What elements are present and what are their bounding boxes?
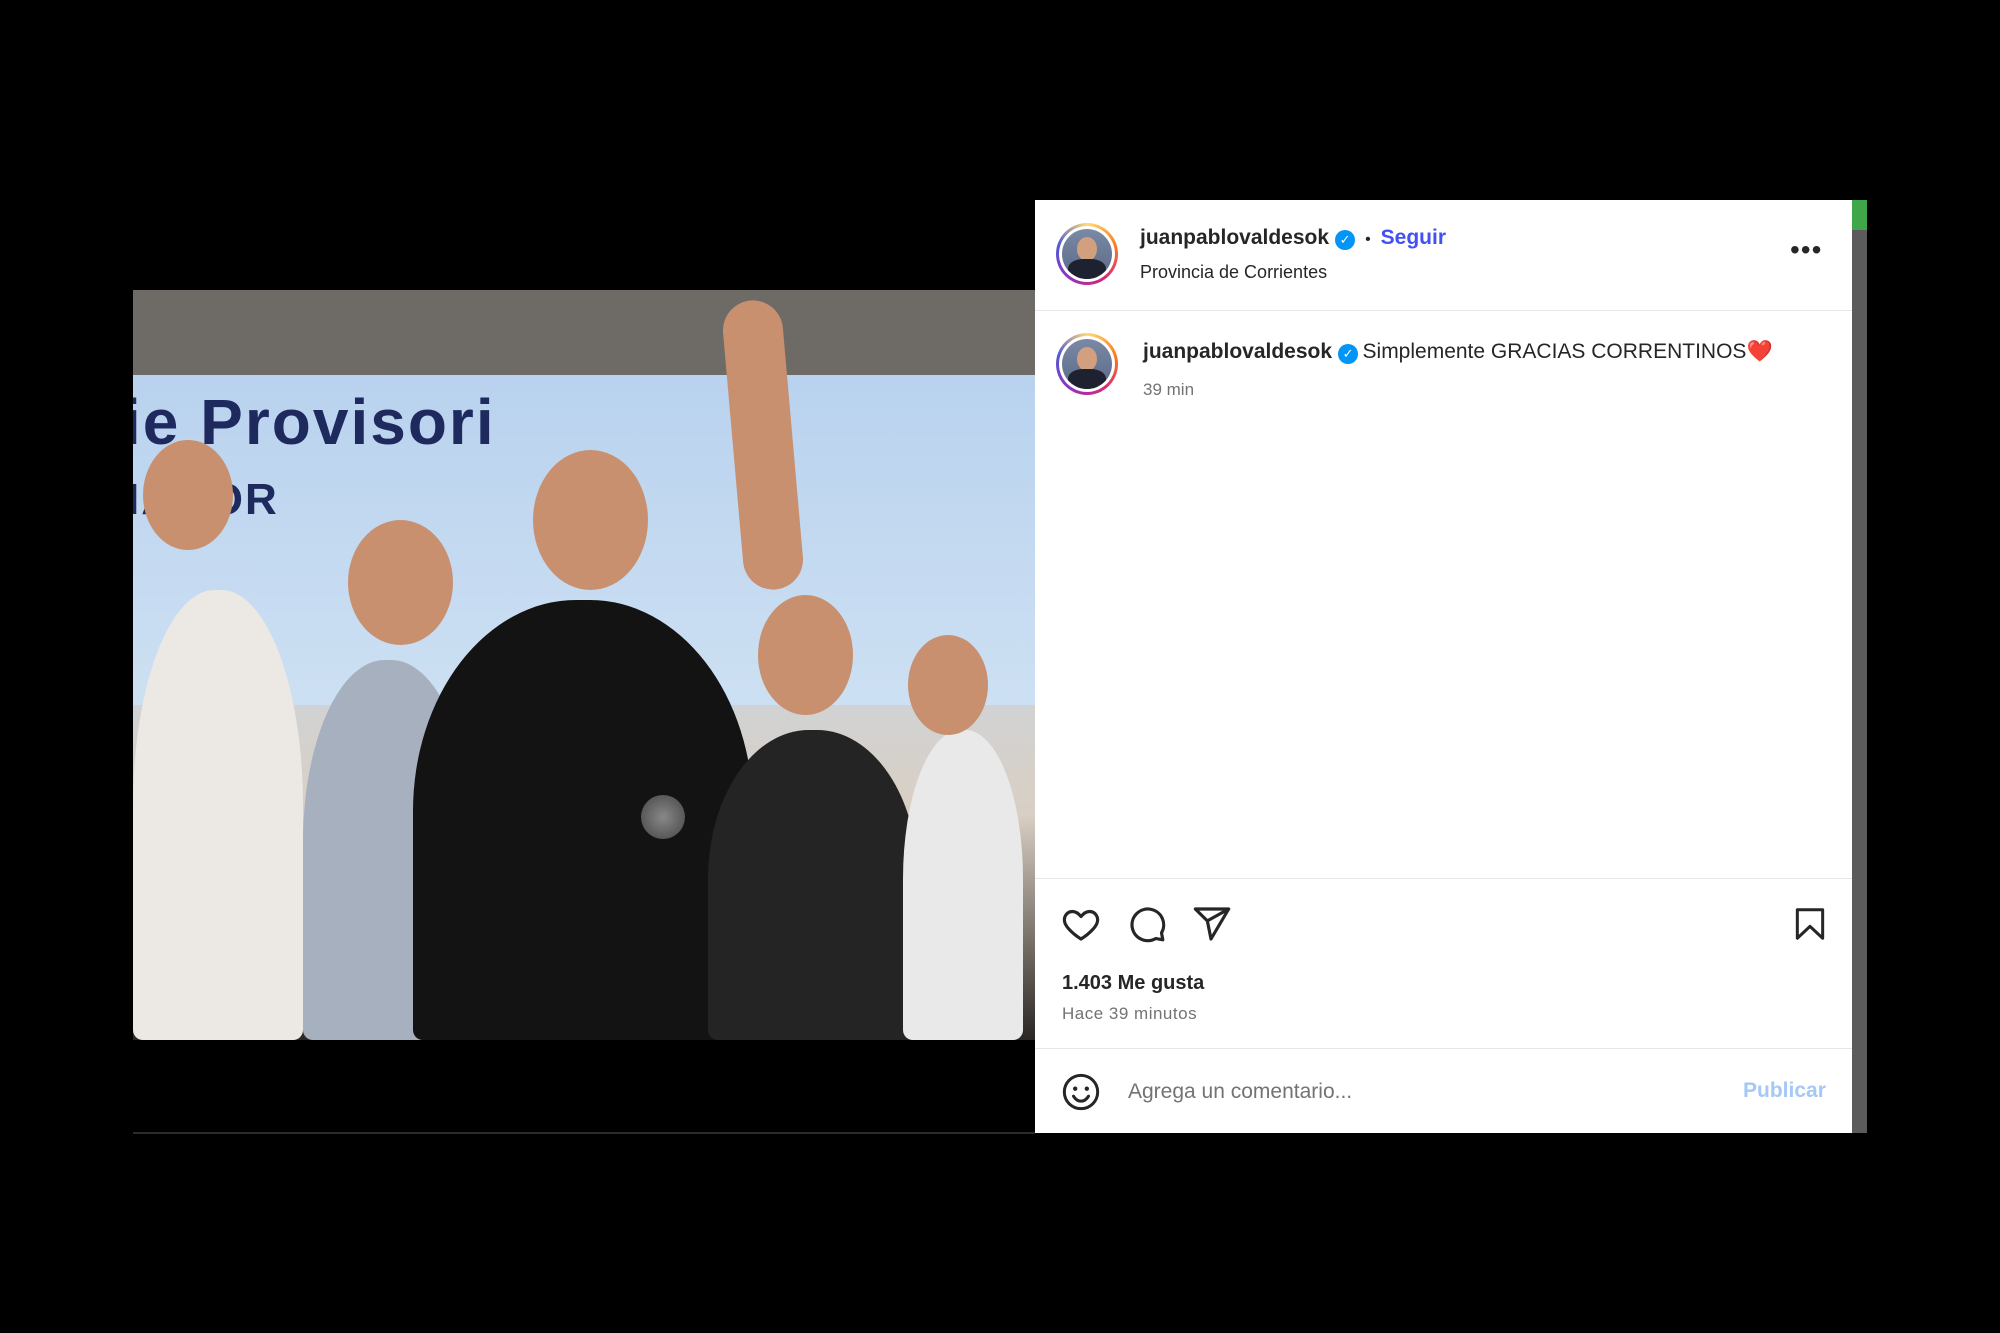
- comment-input[interactable]: [1126, 1071, 1690, 1113]
- heart-emoji: ❤️: [1746, 340, 1773, 363]
- person-far-right-head: [908, 635, 988, 735]
- person-left: [133, 590, 303, 1040]
- caption-avatar[interactable]: [1056, 333, 1118, 395]
- more-icon[interactable]: •••: [1790, 236, 1822, 264]
- person-far-right: [903, 730, 1023, 1040]
- caption-time[interactable]: 39 min: [1143, 380, 1194, 400]
- follow-button[interactable]: Seguir: [1381, 226, 1446, 249]
- comment-icon[interactable]: [1127, 904, 1167, 944]
- person-left-head: [143, 440, 233, 550]
- divider-line: [133, 1132, 1035, 1134]
- location-link[interactable]: Provincia de Corrientes: [1140, 262, 1327, 283]
- background-sliver: [1852, 200, 1867, 1133]
- post-image[interactable]: ie Provisori IADOR: [133, 290, 1035, 1040]
- person-gray-head: [348, 520, 453, 645]
- avatar[interactable]: [1056, 223, 1118, 285]
- image-ceiling: [133, 290, 1035, 380]
- username-link[interactable]: juanpablovaldesok: [1140, 226, 1329, 249]
- person-center: [413, 600, 753, 1040]
- verified-icon: ✓: [1335, 229, 1356, 250]
- person-right-head: [758, 595, 853, 715]
- caption-text: Simplemente GRACIAS CORRENTINOS: [1362, 340, 1747, 363]
- post-header: juanpablovaldesok ✓ • Seguir Provincia de C…: [1035, 200, 1852, 311]
- share-icon[interactable]: [1192, 904, 1232, 944]
- comment-bar: Publicar: [1035, 1048, 1852, 1134]
- microphone: [641, 795, 685, 839]
- verified-icon: ✓: [1338, 343, 1359, 364]
- emoji-icon[interactable]: [1061, 1072, 1101, 1112]
- person-right: [708, 730, 918, 1040]
- heart-icon[interactable]: [1061, 904, 1101, 944]
- post-details-panel: juanpablovaldesok ✓ • Seguir Provincia de C…: [1035, 200, 1852, 1133]
- action-bar: 1.403 Me gusta Hace 39 minutos: [1035, 878, 1852, 1049]
- publish-button[interactable]: Publicar: [1743, 1079, 1826, 1103]
- person-center-head: [533, 450, 648, 590]
- separator-dot: •: [1365, 231, 1371, 248]
- post-timestamp[interactable]: Hace 39 minutos: [1062, 1004, 1197, 1024]
- likes-count[interactable]: 1.403 Me gusta: [1062, 972, 1204, 995]
- caption-username[interactable]: juanpablovaldesok: [1143, 340, 1332, 363]
- caption-area: juanpablovaldesok ✓ Simplemente GRACIAS C…: [1035, 310, 1852, 878]
- bookmark-icon[interactable]: [1791, 904, 1829, 944]
